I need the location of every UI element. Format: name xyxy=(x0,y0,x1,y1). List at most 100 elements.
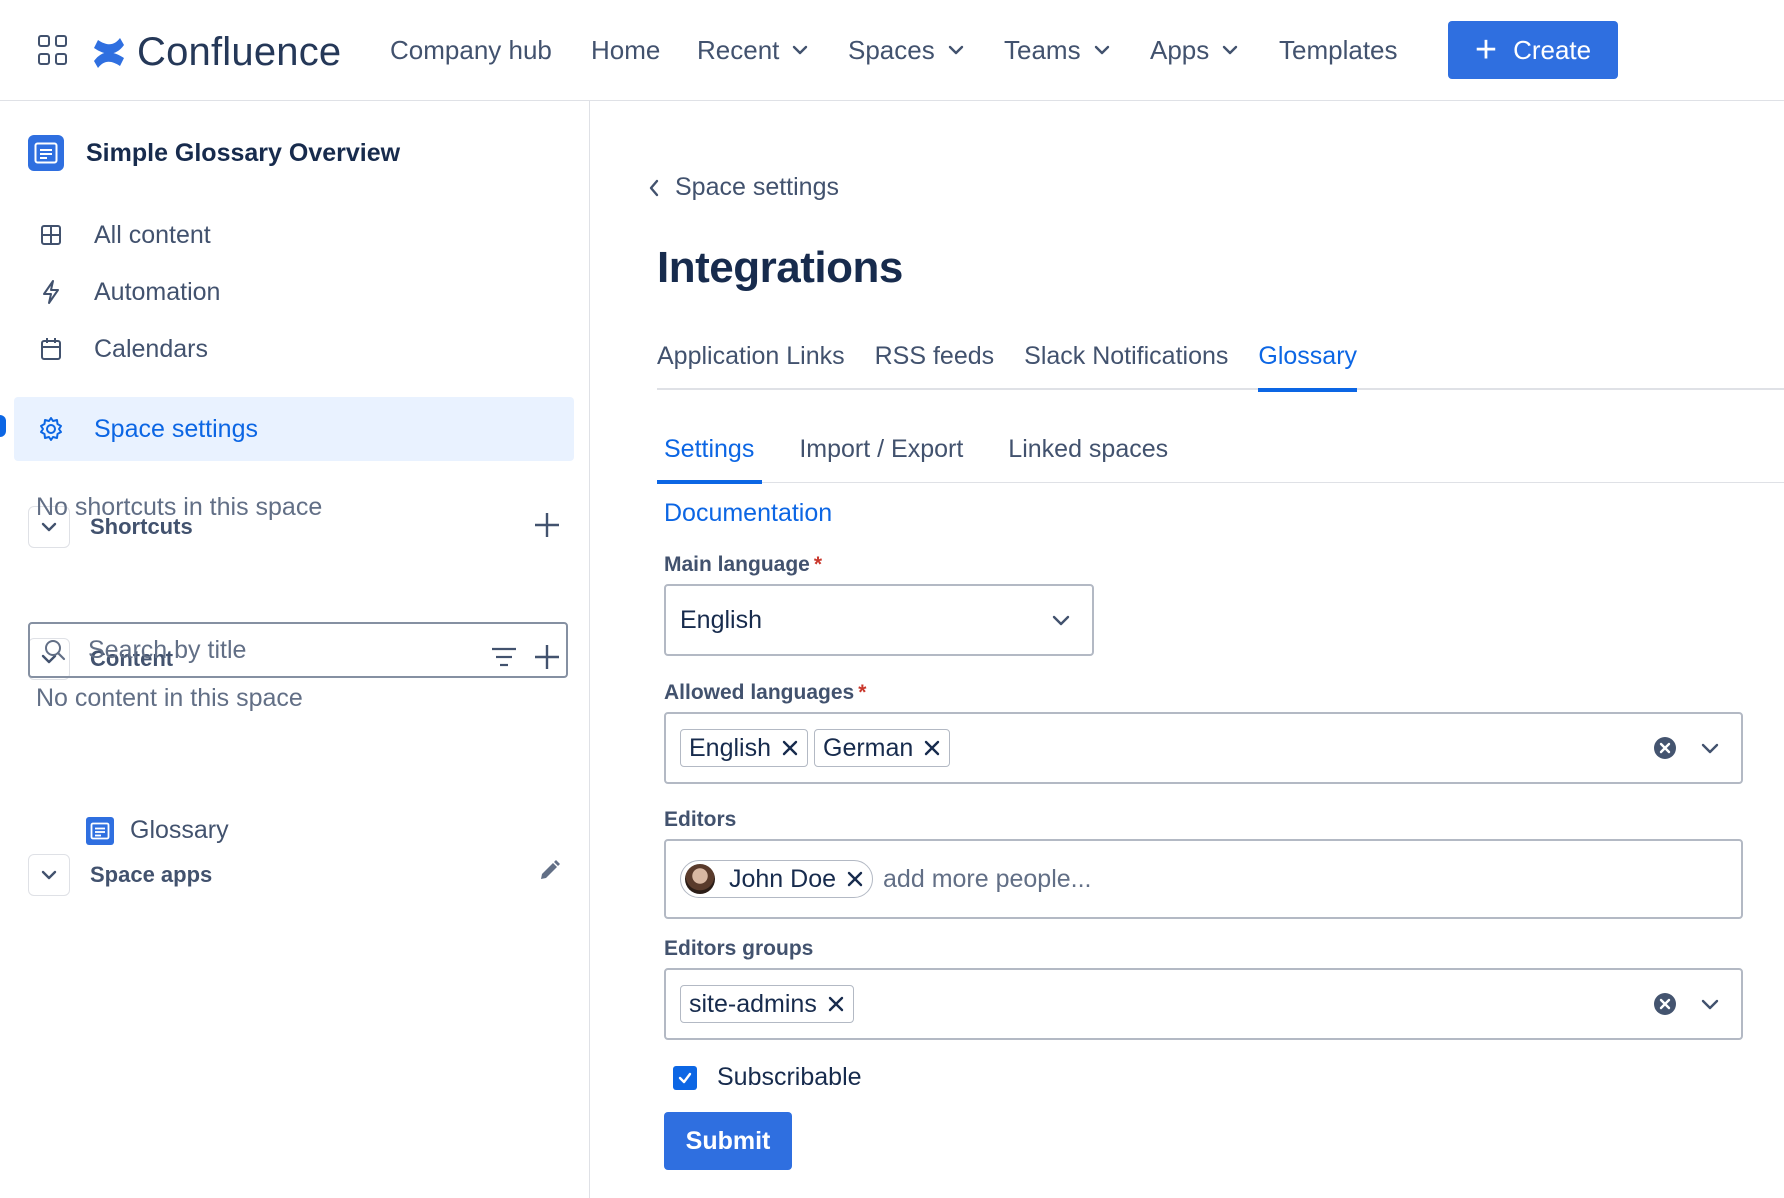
nav-recent[interactable]: Recent xyxy=(697,30,809,70)
space-app-glossary[interactable]: Glossary xyxy=(86,816,229,845)
calendar-icon xyxy=(36,334,66,364)
subtab-import-export[interactable]: Import / Export xyxy=(792,435,971,483)
nav-templates[interactable]: Templates xyxy=(1279,30,1398,70)
chevron-down-icon xyxy=(948,45,963,55)
gear-icon xyxy=(36,414,66,444)
subscribable-row[interactable]: Subscribable xyxy=(673,1063,862,1092)
nav-spaces[interactable]: Spaces xyxy=(848,30,965,70)
space-apps-section-header: Space apps xyxy=(28,854,580,896)
tab-application-links[interactable]: Application Links xyxy=(657,342,845,390)
editors-groups-label-text: Editors groups xyxy=(664,937,814,960)
collapse-space-apps-button[interactable] xyxy=(28,854,70,896)
back-to-space-settings-link[interactable]: Space settings xyxy=(647,173,839,202)
chevron-left-icon xyxy=(649,179,659,196)
nav-teams[interactable]: Teams xyxy=(1004,30,1111,70)
space-title: Simple Glossary Overview xyxy=(86,138,401,167)
avatar xyxy=(685,864,715,894)
chevron-down-icon[interactable] xyxy=(1699,993,1721,1015)
nav-company-hub[interactable]: Company hub xyxy=(390,30,552,70)
allowed-languages-label: Allowed languages * xyxy=(664,681,866,705)
check-icon xyxy=(678,1072,692,1083)
remove-tag-icon[interactable] xyxy=(781,739,799,757)
pencil-icon[interactable] xyxy=(536,858,562,884)
chevron-down-icon[interactable] xyxy=(1699,737,1721,759)
submit-button[interactable]: Submit xyxy=(664,1112,792,1170)
sidebar: Simple Glossary Overview All content Aut… xyxy=(0,101,590,1198)
space-apps-actions xyxy=(536,858,562,884)
plus-icon: + xyxy=(1474,29,1498,71)
sidebar-item-calendars[interactable]: Calendars xyxy=(14,317,574,381)
sidebar-item-label: All content xyxy=(94,220,211,249)
sidebar-item-label: Automation xyxy=(94,277,221,306)
nav-label: Home xyxy=(591,34,661,65)
nav-label: Teams xyxy=(1004,34,1081,65)
app-switcher-icon[interactable] xyxy=(38,35,68,65)
sidebar-item-space-settings[interactable]: Space settings xyxy=(0,397,574,461)
nav-label: Templates xyxy=(1279,34,1398,65)
main-language-select[interactable]: English xyxy=(664,584,1094,656)
subtab-linked-spaces[interactable]: Linked spaces xyxy=(1001,435,1176,483)
sidebar-item-label: Space settings xyxy=(94,414,258,443)
allowed-languages-multiselect[interactable]: English German xyxy=(664,712,1743,784)
tab-slack-notifications[interactable]: Slack Notifications xyxy=(1024,342,1228,390)
subscribable-checkbox[interactable] xyxy=(673,1065,697,1090)
required-asterisk: * xyxy=(813,553,823,576)
tab-rss-feeds[interactable]: RSS feeds xyxy=(875,342,995,390)
nav-apps[interactable]: Apps xyxy=(1150,30,1239,70)
space-apps-title: Space apps xyxy=(90,862,213,887)
required-asterisk: * xyxy=(858,681,867,704)
space-avatar-icon xyxy=(28,135,64,171)
nav-label: Recent xyxy=(697,34,780,65)
chevron-down-icon xyxy=(1052,615,1070,626)
sidebar-item-all-content[interactable]: All content xyxy=(14,203,574,267)
chevron-down-icon xyxy=(793,45,808,55)
main-language-value: English xyxy=(680,605,762,634)
no-content-text: No content in this space xyxy=(36,684,303,712)
no-shortcuts-text: No shortcuts in this space xyxy=(36,493,323,521)
lightning-icon xyxy=(36,277,66,307)
tag-label: German xyxy=(823,733,914,762)
add-shortcut-plus-icon[interactable] xyxy=(532,510,562,540)
clear-all-icon[interactable] xyxy=(1653,736,1677,760)
active-indicator xyxy=(0,415,6,437)
nav-label: Company hub xyxy=(390,34,552,65)
allowed-languages-tags: English German xyxy=(680,729,956,767)
create-label: Create xyxy=(1513,34,1592,65)
main-language-label: Main language * xyxy=(664,553,822,577)
content-search-input[interactable]: Search by title xyxy=(28,622,568,678)
space-header[interactable]: Simple Glossary Overview xyxy=(28,135,400,171)
tag-label: John Doe xyxy=(729,864,837,893)
confluence-logo-icon xyxy=(94,37,124,68)
add-more-people-input[interactable]: add more people... xyxy=(883,865,1091,894)
tag-label: site-admins xyxy=(689,989,817,1018)
main-content: Space settings Integrations Application … xyxy=(591,101,1784,1198)
tab-glossary[interactable]: Glossary xyxy=(1258,342,1357,392)
editors-label: Editors xyxy=(664,808,736,832)
sidebar-item-automation[interactable]: Automation xyxy=(14,260,574,324)
search-placeholder: Search by title xyxy=(88,635,247,664)
chevron-down-icon xyxy=(1094,45,1109,55)
allowed-languages-label-text: Allowed languages xyxy=(664,681,855,704)
editors-groups-tags: site-admins xyxy=(680,985,860,1023)
remove-tag-icon[interactable] xyxy=(923,739,941,757)
top-navigation: Confluence Company hub Home Recent Space… xyxy=(0,0,1784,101)
create-button[interactable]: + Create xyxy=(1448,21,1618,79)
back-link-label: Space settings xyxy=(675,173,839,201)
glossary-subtabs: Settings Import / Export Linked spaces xyxy=(657,435,1784,484)
editors-label-text: Editors xyxy=(664,808,737,831)
nav-home[interactable]: Home xyxy=(591,30,660,70)
remove-tag-icon[interactable] xyxy=(827,995,845,1013)
editors-picker[interactable]: John Doe add more people... xyxy=(664,839,1743,919)
remove-tag-icon[interactable] xyxy=(846,870,864,888)
confluence-logo[interactable]: Confluence xyxy=(92,30,341,75)
space-app-label: Glossary xyxy=(130,816,229,844)
subtab-settings[interactable]: Settings xyxy=(657,435,763,484)
editors-groups-multiselect[interactable]: site-admins xyxy=(664,968,1743,1040)
clear-all-icon[interactable] xyxy=(1653,992,1677,1016)
editors-groups-label: Editors groups xyxy=(664,937,813,961)
editor-tag-john-doe: John Doe xyxy=(680,860,874,898)
sidebar-item-label: Calendars xyxy=(94,334,208,363)
documentation-link[interactable]: Documentation xyxy=(664,499,832,528)
integration-tabs: Application Links RSS feeds Slack Notifi… xyxy=(657,342,1784,392)
search-icon xyxy=(45,640,66,661)
